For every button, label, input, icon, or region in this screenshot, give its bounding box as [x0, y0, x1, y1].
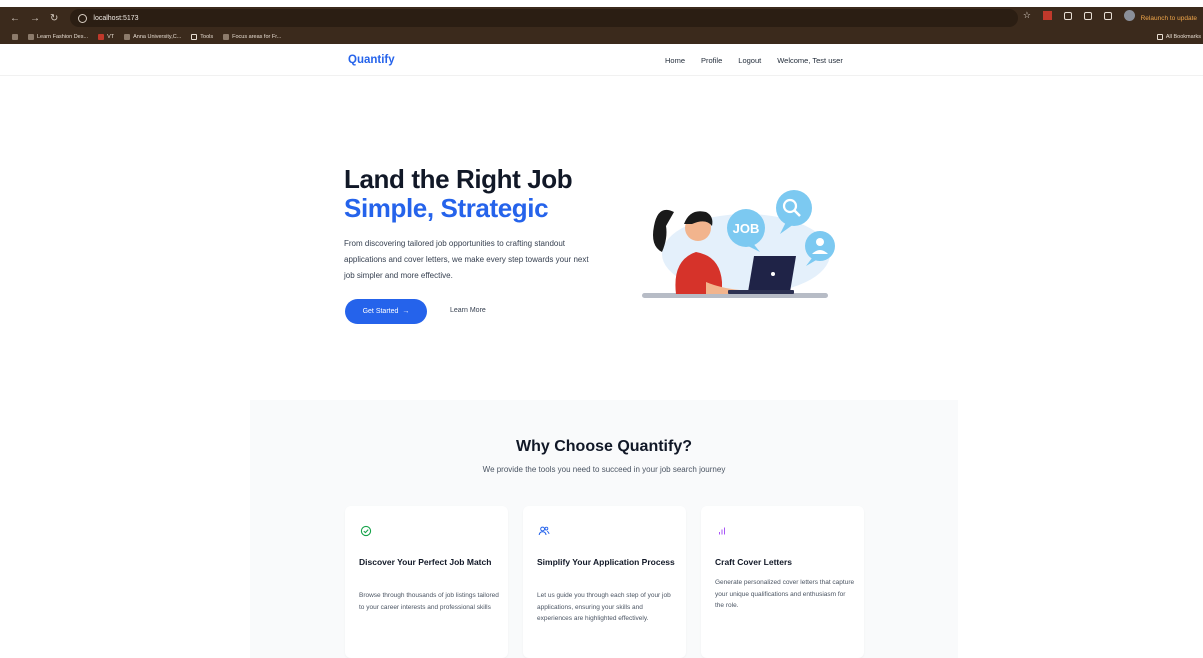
bookmark-item[interactable]: VT: [98, 34, 114, 40]
bookmark-favicon-icon: [223, 34, 230, 40]
relaunch-label: Relaunch to update: [1140, 14, 1197, 22]
extensions-puzzle-icon[interactable]: [1064, 11, 1072, 20]
hero-description: From discovering tailored job opportunit…: [344, 239, 589, 280]
feature-card: Simplify Your Application Process Let us…: [523, 506, 686, 658]
bookmark-favicon-icon: [98, 34, 105, 40]
features-title: Why Choose Quantify?: [516, 438, 692, 455]
bookmark-star-icon[interactable]: ☆: [1023, 10, 1031, 21]
address-bar[interactable]: localhost:5173: [70, 9, 1019, 27]
browser-nav-buttons: ← → ↻: [10, 13, 58, 24]
folder-icon: [191, 34, 198, 40]
back-icon[interactable]: ←: [10, 13, 20, 24]
bookmark-item[interactable]: Learn Fashion Des...: [28, 34, 88, 40]
bookmark-folder[interactable]: Tools: [191, 34, 213, 40]
job-search-illustration: JOB: [642, 190, 835, 298]
check-circle-icon: [359, 524, 373, 538]
hero-title-line1: Land the Right Job: [344, 164, 573, 194]
nav-home-link[interactable]: Home: [665, 56, 685, 65]
brand-logo[interactable]: Quantify: [348, 54, 395, 66]
browser-toolbar: ☆: [1023, 10, 1135, 21]
nav-profile-link[interactable]: Profile: [701, 56, 722, 65]
feature-card-title: Simplify Your Application Process: [537, 557, 675, 567]
hero-title-line2: Simple, Strategic: [344, 193, 549, 223]
welcome-text: Welcome, Test user: [777, 56, 843, 65]
reading-list-icon[interactable]: [1104, 11, 1112, 20]
get-started-button[interactable]: Get Started →: [345, 299, 427, 324]
site-info-icon[interactable]: [78, 13, 88, 23]
user-bubble-icon: [816, 238, 824, 246]
bookmarks-bar: Learn Fashion Des... VT Anna University,…: [0, 30, 1203, 44]
forward-icon[interactable]: →: [30, 13, 40, 24]
nav-logout-link[interactable]: Logout: [738, 56, 761, 65]
job-bubble-text: JOB: [733, 221, 760, 236]
folder-icon: [1156, 34, 1163, 40]
hero-title: Land the Right Job Simple, Strategic: [344, 164, 573, 223]
learn-more-button[interactable]: Learn More: [450, 307, 486, 314]
all-bookmarks-button[interactable]: All Bookmarks: [1156, 30, 1203, 44]
features-subtitle: We provide the tools you need to succeed…: [482, 465, 726, 474]
browser-top-strip: [0, 0, 1203, 7]
bookmark-item[interactable]: Focus areas for Fr...: [223, 34, 281, 40]
profile-avatar-icon[interactable]: [1124, 10, 1135, 21]
feature-card-description: Browse through thousands of job listings…: [359, 592, 499, 611]
features-section: Why Choose Quantify? We provide the tool…: [250, 400, 958, 658]
feature-card-description: Let us guide you through each step of yo…: [537, 592, 671, 622]
bookmark-favicon-icon: [28, 34, 34, 40]
extension-icon[interactable]: [1043, 11, 1052, 20]
apps-grid-icon[interactable]: [12, 34, 18, 40]
address-row: ← → ↻ localhost:5173 ☆: [0, 7, 1203, 29]
feature-card-title: Craft Cover Letters: [715, 557, 792, 567]
get-started-label: Get Started: [362, 308, 399, 315]
reload-icon[interactable]: ↻: [50, 13, 58, 24]
users-icon: [537, 524, 551, 538]
site-navbar: Quantify Home Profile Logout Welcome, Te…: [0, 44, 1203, 76]
url-text: localhost:5173: [93, 14, 139, 22]
feature-card-description: Generate personalized cover letters that…: [715, 579, 855, 609]
bookmark-item[interactable]: Anna University,C...: [124, 34, 181, 40]
arrow-right-icon: →: [402, 308, 410, 315]
relaunch-button[interactable]: Relaunch to update: [1134, 10, 1203, 26]
feature-card: Craft Cover Letters Generate personalize…: [701, 506, 864, 658]
feature-card: Discover Your Perfect Job Match Browse t…: [345, 506, 508, 658]
feature-card-title: Discover Your Perfect Job Match: [359, 557, 492, 567]
screenshot-icon[interactable]: [1084, 11, 1092, 20]
bar-chart-icon: [715, 524, 729, 538]
bookmark-favicon-icon: [124, 34, 131, 40]
nav-links: Home Profile Logout Welcome, Test user: [665, 56, 843, 65]
